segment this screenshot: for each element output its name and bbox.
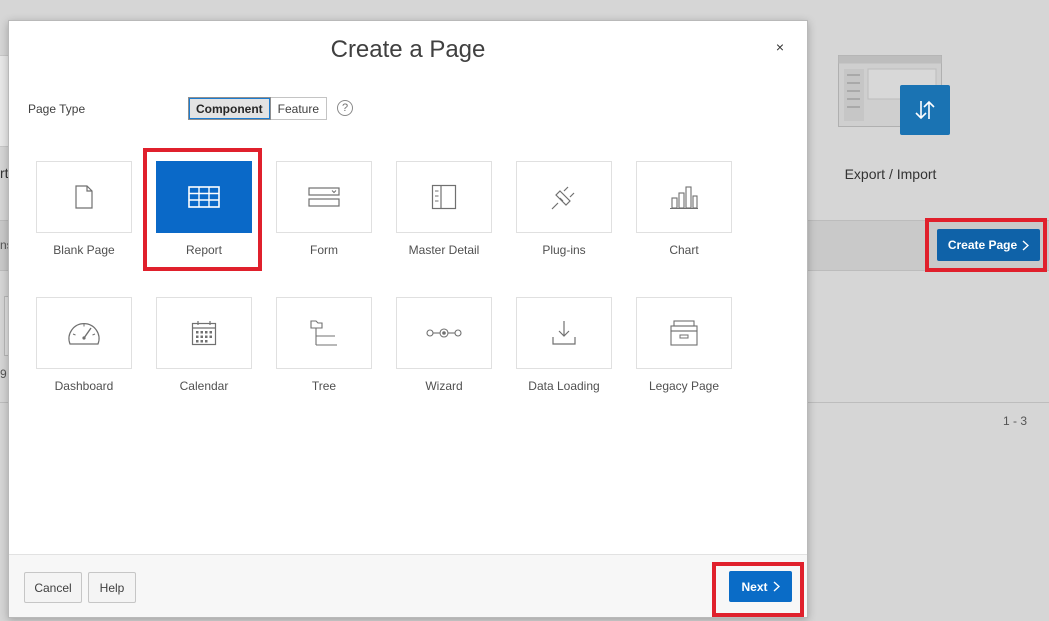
cancel-button[interactable]: Cancel xyxy=(24,572,82,603)
tile-data-loading[interactable]: Data Loading xyxy=(516,297,612,393)
page-type-label: Page Type xyxy=(28,102,86,116)
wizard-icon xyxy=(426,327,462,339)
form-icon xyxy=(308,186,340,208)
tile-icon-box xyxy=(396,297,492,369)
tree-icon xyxy=(309,318,339,348)
tile-icon-box xyxy=(636,161,732,233)
tile-icon-box xyxy=(516,161,612,233)
background-text-fragment: 9 xyxy=(0,367,7,381)
tile-icon-box xyxy=(396,161,492,233)
tile-icon-box xyxy=(156,297,252,369)
tile-icon-box xyxy=(36,297,132,369)
next-label: Next xyxy=(741,579,768,594)
tile-calendar[interactable]: Calendar xyxy=(156,297,252,393)
tile-label: Plug-ins xyxy=(542,243,586,257)
tile-icon-box xyxy=(636,297,732,369)
tile-label: Data Loading xyxy=(528,379,600,393)
chevron-right-icon xyxy=(773,581,780,592)
tile-plug-ins[interactable]: Plug-ins xyxy=(516,161,612,257)
tile-icon-box xyxy=(516,297,612,369)
help-icon[interactable]: ? xyxy=(337,100,353,116)
tab-feature[interactable]: Feature xyxy=(270,97,328,120)
tile-report[interactable]: Report xyxy=(156,161,252,257)
tile-blank-page[interactable]: Blank Page xyxy=(36,161,132,257)
tile-icon-box xyxy=(276,297,372,369)
chevron-right-icon xyxy=(1022,239,1030,251)
create-page-button[interactable]: Create Page xyxy=(937,229,1040,261)
tile-label: Master Detail xyxy=(408,243,480,257)
create-page-dialog: Create a Page × Page Type Component Feat… xyxy=(8,20,808,618)
tile-label: Chart xyxy=(669,243,699,257)
tile-form[interactable]: Form xyxy=(276,161,372,257)
dialog-title: Create a Page xyxy=(330,36,486,63)
tile-chart[interactable]: Chart xyxy=(636,161,732,257)
tile-icon-box xyxy=(36,161,132,233)
tile-label: Calendar xyxy=(179,379,229,393)
tile-label: Report xyxy=(185,243,223,257)
tile-label: Dashboard xyxy=(54,379,114,393)
tile-label: Legacy Page xyxy=(648,379,720,393)
tile-label: Form xyxy=(310,243,338,257)
next-button[interactable]: Next xyxy=(729,571,792,602)
calendar-icon xyxy=(191,320,217,346)
tile-dashboard[interactable]: Dashboard xyxy=(36,297,132,393)
tile-legacy-page[interactable]: Legacy Page xyxy=(636,297,732,393)
tile-icon-box xyxy=(276,161,372,233)
chart-icon xyxy=(669,184,699,210)
help-button[interactable]: Help xyxy=(88,572,136,603)
tile-master-detail[interactable]: Master Detail xyxy=(396,161,492,257)
export-import-label[interactable]: Export / Import xyxy=(808,166,973,182)
dashboard-icon xyxy=(66,318,102,348)
tab-component[interactable]: Component xyxy=(188,97,271,120)
tile-label: Blank Page xyxy=(53,243,115,257)
create-page-label: Create Page xyxy=(947,238,1018,252)
blank-page-icon xyxy=(74,185,94,209)
export-import-arrows-icon xyxy=(900,85,950,135)
tile-label: Tree xyxy=(311,379,337,393)
data-loading-icon xyxy=(550,319,578,347)
master-detail-icon xyxy=(431,184,457,210)
page-type-toggle: Component Feature xyxy=(188,97,328,120)
tile-tree[interactable]: Tree xyxy=(276,297,372,393)
tile-label: Wizard xyxy=(425,379,463,393)
plug-ins-icon xyxy=(549,182,579,212)
tile-wizard[interactable]: Wizard xyxy=(396,297,492,393)
pagination-range: 1 - 3 xyxy=(1003,414,1028,428)
background-divider xyxy=(808,402,1049,403)
close-icon[interactable]: × xyxy=(770,37,790,57)
tile-icon-box xyxy=(156,161,252,233)
report-icon xyxy=(188,186,220,208)
legacy-page-icon xyxy=(669,319,699,347)
